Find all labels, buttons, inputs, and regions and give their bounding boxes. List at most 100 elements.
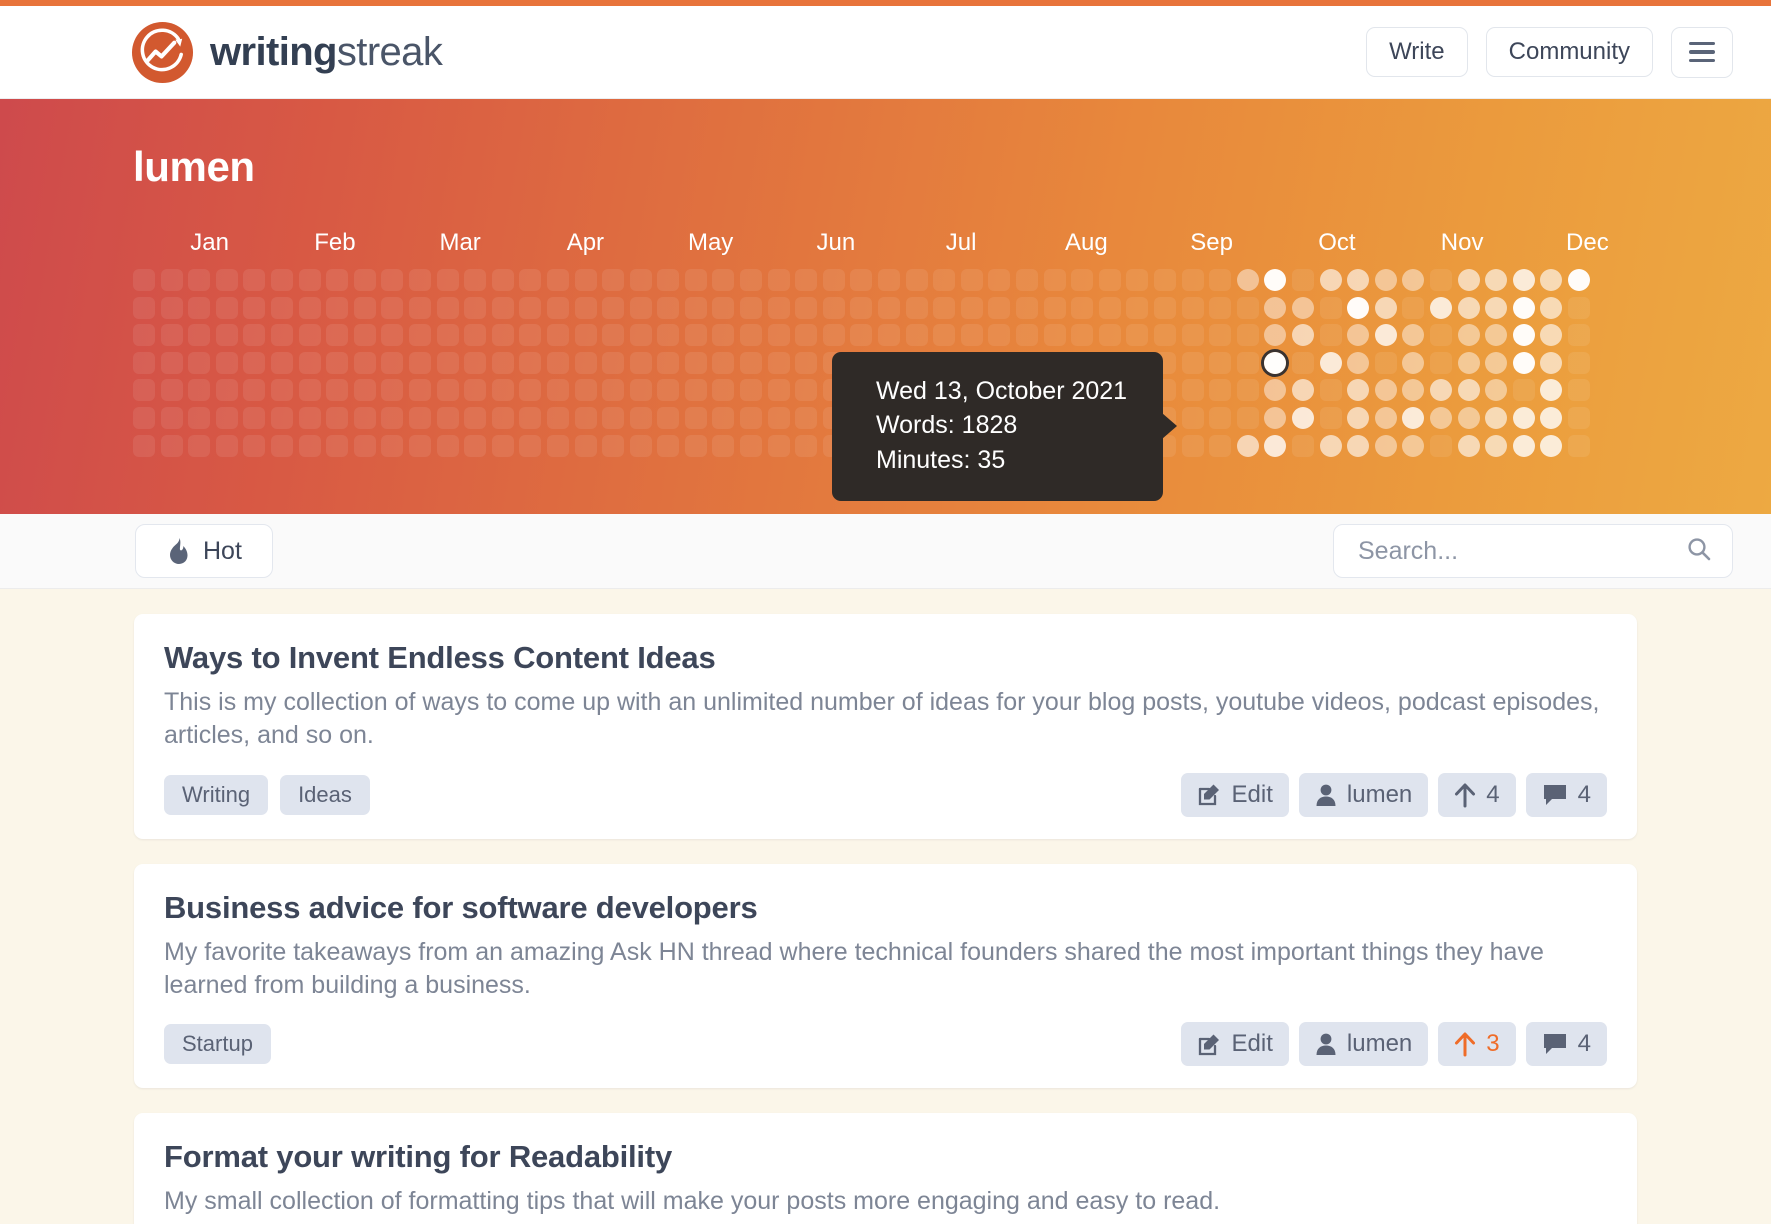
heatmap-day-cell-empty[interactable]: [381, 297, 403, 319]
heatmap-day-cell-empty[interactable]: [1182, 324, 1204, 346]
heatmap-day-cell-active[interactable]: [1485, 269, 1507, 291]
heatmap-day-cell-empty[interactable]: [271, 324, 293, 346]
hamburger-menu-button[interactable]: [1671, 27, 1733, 78]
heatmap-day-cell-empty[interactable]: [657, 407, 679, 429]
heatmap-day-cell-active[interactable]: [1485, 407, 1507, 429]
heatmap-day-cell-empty[interactable]: [464, 324, 486, 346]
heatmap-day-cell-empty[interactable]: [685, 407, 707, 429]
heatmap-day-cell-empty[interactable]: [299, 352, 321, 374]
heatmap-day-cell-empty[interactable]: [740, 435, 762, 457]
heatmap-day-cell-empty[interactable]: [1154, 269, 1176, 291]
heatmap-day-cell-empty[interactable]: [492, 352, 514, 374]
heatmap-day-cell-empty[interactable]: [299, 407, 321, 429]
heatmap-day-cell-empty[interactable]: [188, 407, 210, 429]
heatmap-day-cell-empty[interactable]: [354, 297, 376, 319]
heatmap-day-cell-empty[interactable]: [1044, 297, 1066, 319]
heatmap-day-cell-empty[interactable]: [409, 324, 431, 346]
heatmap-day-cell-empty[interactable]: [1237, 324, 1259, 346]
heatmap-day-cell-active[interactable]: [1402, 435, 1424, 457]
heatmap-day-cell-empty[interactable]: [630, 297, 652, 319]
heatmap-day-cell-active[interactable]: [1458, 297, 1480, 319]
heatmap-day-cell-empty[interactable]: [464, 269, 486, 291]
post-author-button[interactable]: lumen: [1299, 1022, 1428, 1066]
heatmap-day-cell-active[interactable]: [1347, 269, 1369, 291]
heatmap-day-cell-empty[interactable]: [712, 435, 734, 457]
heatmap-day-cell-empty[interactable]: [271, 269, 293, 291]
heatmap-day-cell-empty[interactable]: [243, 352, 265, 374]
heatmap-day-cell-active[interactable]: [1485, 435, 1507, 457]
heatmap-day-cell-empty[interactable]: [795, 407, 817, 429]
heatmap-day-cell-empty[interactable]: [299, 435, 321, 457]
heatmap-day-cell-empty[interactable]: [1099, 269, 1121, 291]
heatmap-day-cell-active[interactable]: [1237, 435, 1259, 457]
heatmap-day-cell-empty[interactable]: [547, 297, 569, 319]
heatmap-day-cell-empty[interactable]: [768, 352, 790, 374]
comments-button[interactable]: 4: [1526, 1022, 1607, 1066]
heatmap-day-cell-empty[interactable]: [850, 324, 872, 346]
heatmap-day-cell-empty[interactable]: [933, 269, 955, 291]
heatmap-day-cell-empty[interactable]: [1071, 324, 1093, 346]
heatmap-day-cell-empty[interactable]: [1044, 269, 1066, 291]
heatmap-day-cell-empty[interactable]: [1016, 269, 1038, 291]
heatmap-day-cell-empty[interactable]: [795, 352, 817, 374]
heatmap-day-cell-active[interactable]: [1237, 269, 1259, 291]
edit-post-button[interactable]: Edit: [1181, 1022, 1289, 1066]
heatmap-day-cell-empty[interactable]: [326, 297, 348, 319]
heatmap-day-cell-empty[interactable]: [685, 297, 707, 319]
heatmap-day-cell-active[interactable]: [1458, 435, 1480, 457]
heatmap-day-cell-empty[interactable]: [271, 297, 293, 319]
heatmap-day-cell-empty[interactable]: [437, 435, 459, 457]
heatmap-day-cell-empty[interactable]: [547, 435, 569, 457]
heatmap-day-cell-empty[interactable]: [437, 269, 459, 291]
heatmap-day-cell-active[interactable]: [1264, 379, 1286, 401]
heatmap-day-cell-empty[interactable]: [519, 379, 541, 401]
heatmap-day-cell-active[interactable]: [1347, 407, 1369, 429]
heatmap-day-cell-empty[interactable]: [712, 407, 734, 429]
heatmap-day-cell-empty[interactable]: [1320, 407, 1342, 429]
heatmap-day-cell-empty[interactable]: [1237, 379, 1259, 401]
heatmap-day-cell-empty[interactable]: [768, 269, 790, 291]
heatmap-day-cell-empty[interactable]: [988, 269, 1010, 291]
heatmap-day-cell-empty[interactable]: [547, 324, 569, 346]
heatmap-day-cell-empty[interactable]: [712, 379, 734, 401]
heatmap-day-cell-active[interactable]: [1540, 407, 1562, 429]
heatmap-day-cell-empty[interactable]: [768, 407, 790, 429]
heatmap-day-cell-empty[interactable]: [712, 324, 734, 346]
heatmap-day-cell-empty[interactable]: [1182, 352, 1204, 374]
heatmap-day-cell-active[interactable]: [1430, 407, 1452, 429]
heatmap-day-cell-empty[interactable]: [602, 324, 624, 346]
heatmap-day-cell-empty[interactable]: [575, 297, 597, 319]
heatmap-day-cell-active[interactable]: [1347, 324, 1369, 346]
heatmap-day-cell-empty[interactable]: [381, 352, 403, 374]
heatmap-day-cell-empty[interactable]: [409, 379, 431, 401]
heatmap-day-cell-empty[interactable]: [1375, 352, 1397, 374]
heatmap-day-cell-empty[interactable]: [1292, 435, 1314, 457]
heatmap-day-cell-active[interactable]: [1375, 435, 1397, 457]
heatmap-day-cell-empty[interactable]: [1430, 435, 1452, 457]
heatmap-day-cell-active[interactable]: [1540, 324, 1562, 346]
heatmap-day-cell-active[interactable]: [1513, 297, 1535, 319]
heatmap-day-cell-empty[interactable]: [712, 297, 734, 319]
heatmap-day-cell-empty[interactable]: [1430, 324, 1452, 346]
heatmap-day-cell-empty[interactable]: [216, 407, 238, 429]
heatmap-day-cell-active[interactable]: [1430, 379, 1452, 401]
heatmap-day-cell-empty[interactable]: [575, 379, 597, 401]
heatmap-day-cell-empty[interactable]: [381, 379, 403, 401]
heatmap-day-cell-active[interactable]: [1347, 352, 1369, 374]
heatmap-day-cell-empty[interactable]: [1209, 407, 1231, 429]
heatmap-day-cell-empty[interactable]: [685, 269, 707, 291]
heatmap-day-cell-active[interactable]: [1513, 435, 1535, 457]
heatmap-day-cell-empty[interactable]: [326, 407, 348, 429]
heatmap-day-cell-empty[interactable]: [326, 269, 348, 291]
edit-post-button[interactable]: Edit: [1181, 773, 1289, 817]
heatmap-day-cell-empty[interactable]: [1320, 297, 1342, 319]
heatmap-day-cell-empty[interactable]: [988, 297, 1010, 319]
heatmap-day-cell-active[interactable]: [1485, 297, 1507, 319]
heatmap-day-cell-empty[interactable]: [464, 379, 486, 401]
heatmap-day-cell-empty[interactable]: [602, 352, 624, 374]
search-input[interactable]: [1358, 537, 1676, 566]
heatmap-day-cell-active[interactable]: [1430, 297, 1452, 319]
heatmap-day-cell-empty[interactable]: [850, 269, 872, 291]
heatmap-day-cell-empty[interactable]: [464, 435, 486, 457]
heatmap-day-cell-empty[interactable]: [243, 297, 265, 319]
